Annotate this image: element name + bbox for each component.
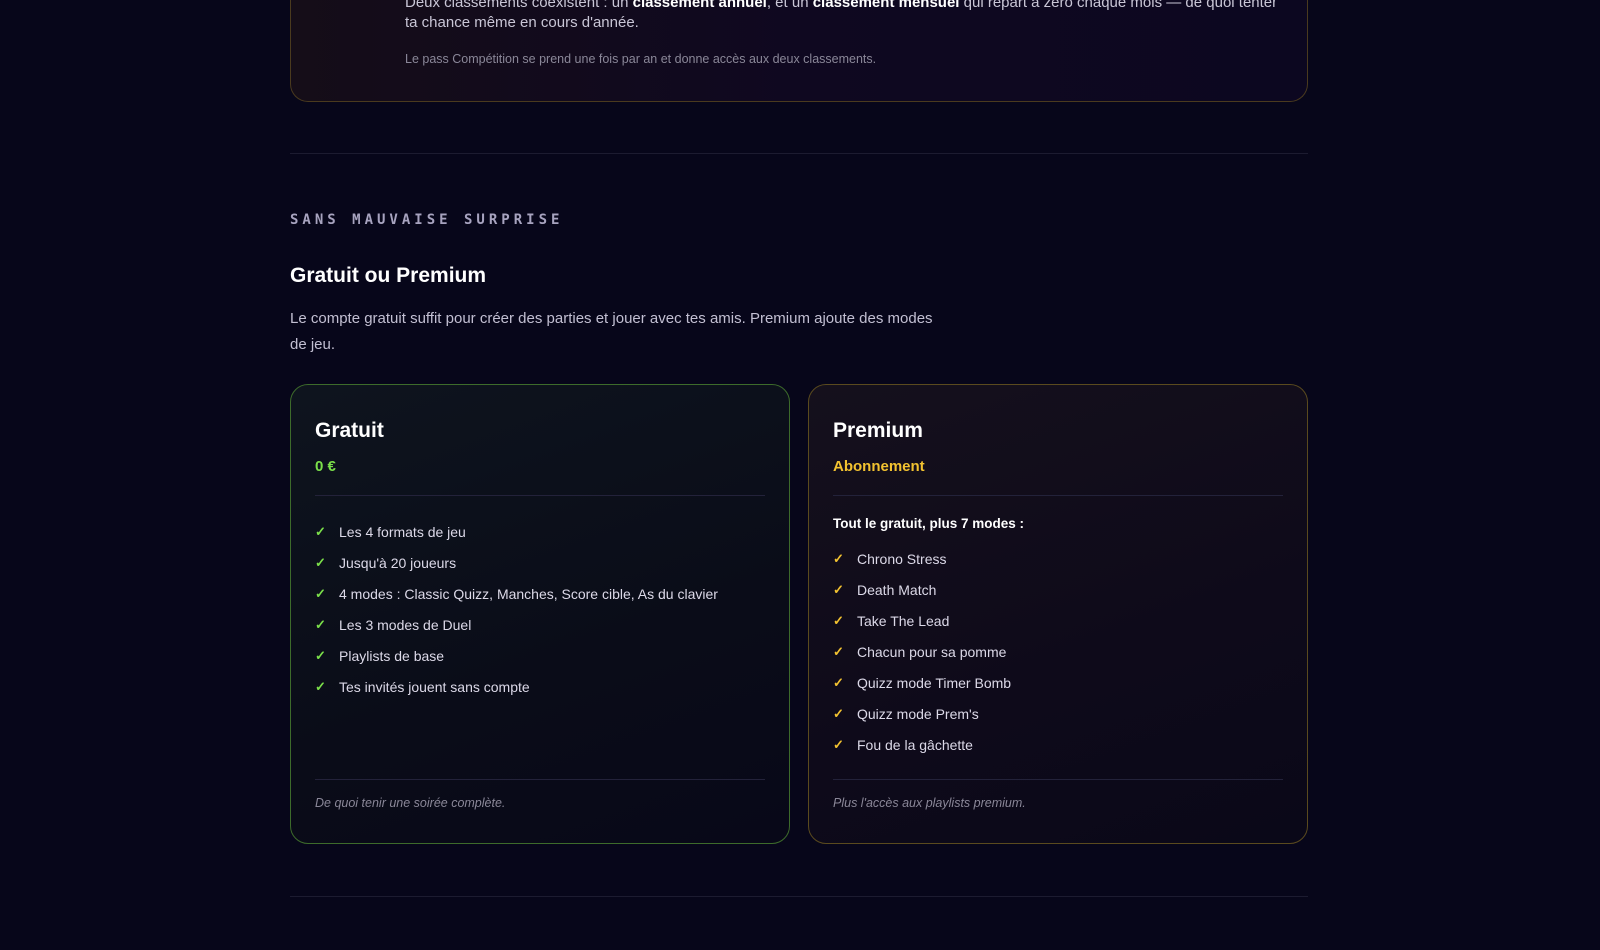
feature-item: ✓ Chrono Stress [833, 543, 1283, 574]
feature-label: Les 3 modes de Duel [339, 616, 472, 633]
card-divider [315, 495, 765, 496]
feature-item: ✓ Fou de la gâchette [833, 729, 1283, 760]
feature-item: ✓ Chacun pour sa pomme [833, 636, 1283, 667]
check-icon: ✓ [833, 674, 844, 690]
feature-item: ✓ Death Match [833, 574, 1283, 605]
check-icon: ✓ [315, 523, 326, 539]
feature-label: Take The Lead [857, 612, 950, 629]
section-description: Le compte gratuit suffit pour créer des … [290, 310, 933, 353]
competition-text-mid: , et un [766, 0, 813, 11]
check-icon: ✓ [833, 550, 844, 566]
feature-item: ✓ Les 3 modes de Duel [315, 609, 765, 640]
feature-label: Les 4 formats de jeu [339, 523, 466, 540]
check-icon: ✓ [315, 678, 326, 694]
plan-price: 0 € [315, 458, 336, 475]
feature-label: Quizz mode Prem's [857, 705, 979, 722]
competition-text-line2: ta chance même en cours d'année. [405, 14, 639, 31]
plan-name: Gratuit [315, 419, 384, 442]
check-icon: ✓ [833, 736, 844, 752]
feature-list: ✓ Les 4 formats de jeu ✓ Jusqu'à 20 joueur… [315, 516, 765, 702]
feature-label: Jusqu'à 20 joueurs [339, 554, 457, 571]
feature-label: Chacun pour sa pomme [857, 643, 1007, 660]
plan-price: Abonnement [833, 458, 925, 475]
plan-card-premium: Premium Abonnement Tout le gratuit, plus… [808, 384, 1308, 844]
section-eyebrow: SANS MAUVAISE SURPRISE [290, 212, 564, 228]
plan-footer-note: De quoi tenir une soirée complète. [315, 779, 765, 810]
plan-intro: Tout le gratuit, plus 7 modes : [833, 516, 1025, 531]
check-icon: ✓ [833, 581, 844, 597]
feature-label: Quizz mode Timer Bomb [857, 674, 1012, 691]
competition-note: Le pass Compétition se prend une fois pa… [405, 52, 877, 66]
section-divider [290, 896, 1308, 897]
check-icon: ✓ [315, 554, 326, 570]
feature-item: ✓ Take The Lead [833, 605, 1283, 636]
feature-label: Chrono Stress [857, 550, 947, 567]
check-icon: ✓ [315, 616, 326, 632]
feature-item: ✓ Playlists de base [315, 640, 765, 671]
feature-label: 4 modes : Classic Quizz, Manches, Score … [339, 585, 718, 602]
competition-text-suffix: qui repart à zéro chaque mois — de quoi … [959, 0, 1275, 11]
card-divider [833, 495, 1283, 496]
check-icon: ✓ [315, 647, 326, 663]
feature-item: ✓ Jusqu'à 20 joueurs [315, 547, 765, 578]
feature-item: ✓ Quizz mode Prem's [833, 698, 1283, 729]
plan-name: Premium [833, 419, 923, 442]
feature-item: ✓ Tes invités jouent sans compte [315, 671, 765, 702]
section-divider [290, 153, 1308, 154]
feature-label: Tes invités jouent sans compte [339, 678, 530, 695]
check-icon: ✓ [315, 585, 326, 601]
feature-item: ✓ Les 4 formats de jeu [315, 516, 765, 547]
page: Deux classements coexistent : un classem… [0, 0, 1600, 950]
feature-label: Death Match [857, 581, 937, 598]
feature-item: ✓ 4 modes : Classic Quizz, Manches, Score… [315, 578, 765, 609]
annual-ranking-label: classement annuel [632, 0, 767, 11]
competition-card: Deux classements coexistent : un classem… [290, 0, 1308, 102]
check-icon: ✓ [833, 643, 844, 659]
feature-label: Fou de la gâchette [857, 736, 973, 753]
section-title: Gratuit ou Premium [290, 264, 487, 287]
monthly-ranking-label: classement mensuel [812, 0, 960, 11]
plan-card-free: Gratuit 0 € ✓ Les 4 formats de jeu ✓ Jusqu… [290, 384, 790, 844]
check-icon: ✓ [833, 612, 844, 628]
feature-label: Playlists de base [339, 647, 445, 664]
plan-footer-note: Plus l'accès aux playlists premium. [833, 779, 1283, 810]
feature-item: ✓ Quizz mode Timer Bomb [833, 667, 1283, 698]
feature-list: ✓ Chrono Stress ✓ Death Match ✓ Take The Le… [833, 543, 1283, 760]
check-icon: ✓ [833, 705, 844, 721]
